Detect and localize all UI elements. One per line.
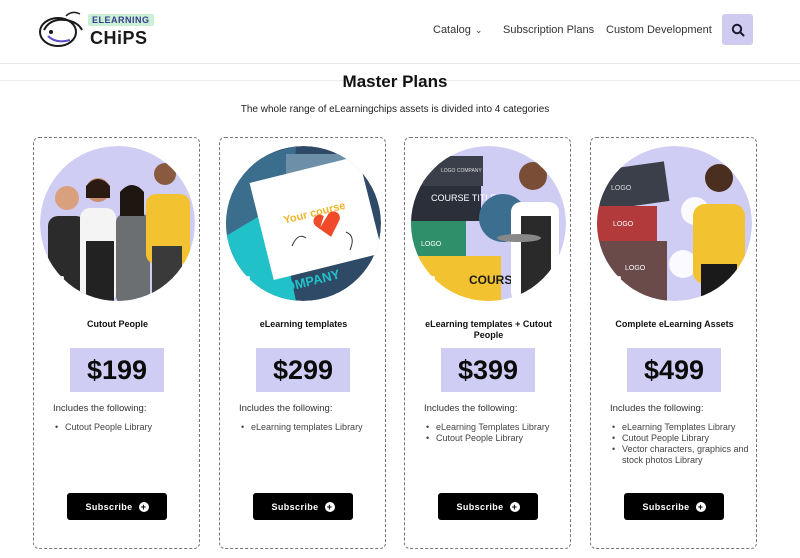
includes-label: Includes the following: [239,403,333,414]
subscribe-label: Subscribe [271,501,319,512]
includes-label: Includes the following: [610,403,704,414]
plus-circle-icon: + [138,501,149,512]
logo-wordmark: CHiPS [90,28,148,48]
page-subtitle: The whole range of eLearningchips assets… [240,104,550,115]
site-header: ELEARNING CHiPS Catalog ⌄ Subscription Pl… [0,0,800,64]
feature-list: eLearning templates Library [239,422,379,433]
plan-price: $299 [256,348,350,392]
plan-name: eLearning templates + Cutout People [425,319,552,340]
subscribe-label: Subscribe [85,501,133,512]
nav-custom-development[interactable]: Custom Development [606,24,712,36]
feature-item: eLearning Templates Library [424,422,564,433]
feature-item: Vector characters, graphics and stock ph… [610,444,750,466]
plan-image: Your course COMPANY [226,146,381,301]
plus-circle-icon: + [324,501,335,512]
includes-label: Includes the following: [53,403,147,414]
chip-logo-icon [39,11,83,47]
feature-list: eLearning Templates Library Cutout Peopl… [424,422,564,444]
subscribe-label: Subscribe [642,501,690,512]
feature-item: Cutout People Library [53,422,193,433]
plan-card-templates-cutout: LOGO COMPANY COURSE TITLE LOGO COURSE eL… [404,137,571,549]
feature-item: eLearning Templates Library [610,422,750,433]
feature-item: Cutout People Library [424,433,564,444]
feature-item: eLearning templates Library [239,422,379,433]
plan-card-complete-assets: LOGO LOGO LOGO Complete eLearning Assets… [590,137,757,549]
image-logo-2: LOGO [613,221,634,228]
plan-image: LOGO COMPANY COURSE TITLE LOGO COURSE [411,146,566,301]
plan-image: LOGO LOGO LOGO [597,146,752,301]
feature-list: eLearning Templates Library Cutout Peopl… [610,422,750,466]
site-logo[interactable]: ELEARNING CHiPS [36,8,156,54]
feature-list: Cutout People Library [53,422,193,433]
chevron-down-icon: ⌄ [474,25,483,35]
plan-price: $499 [627,348,721,392]
image-logo: LOGO [421,241,442,248]
plus-circle-icon: + [695,501,706,512]
image-company: LOGO COMPANY [441,168,482,174]
plan-name: eLearning templates [259,319,348,329]
plan-name: Complete eLearning Assets [615,319,734,329]
subscribe-button[interactable]: Subscribe + [624,493,724,520]
plan-image [40,146,195,301]
page-title: Master Plans [342,72,448,91]
logo-tagline: ELEARNING [88,14,154,26]
nav-catalog-label: Catalog [433,24,471,36]
includes-label: Includes the following: [424,403,518,414]
plan-price: $399 [441,348,535,392]
feature-item: Cutout People Library [610,433,750,444]
plus-circle-icon: + [509,501,520,512]
nav-subscription-plans[interactable]: Subscription Plans [503,24,594,36]
subscribe-label: Subscribe [456,501,504,512]
plan-card-elearning-templates: Your course COMPANY eLearning templates … [219,137,386,549]
subscribe-button[interactable]: Subscribe + [253,493,353,520]
search-icon [731,23,744,36]
search-button[interactable] [722,14,753,45]
subscribe-button[interactable]: Subscribe + [438,493,538,520]
image-logo-3: LOGO [625,265,646,272]
plan-price: $199 [70,348,164,392]
plan-card-cutout-people: Cutout People $199 Includes the followin… [33,137,200,549]
plan-name: Cutout People [87,319,148,329]
image-logo-1: LOGO [611,185,632,192]
subscribe-button[interactable]: Subscribe + [67,493,167,520]
nav-catalog[interactable]: Catalog ⌄ [433,24,482,36]
